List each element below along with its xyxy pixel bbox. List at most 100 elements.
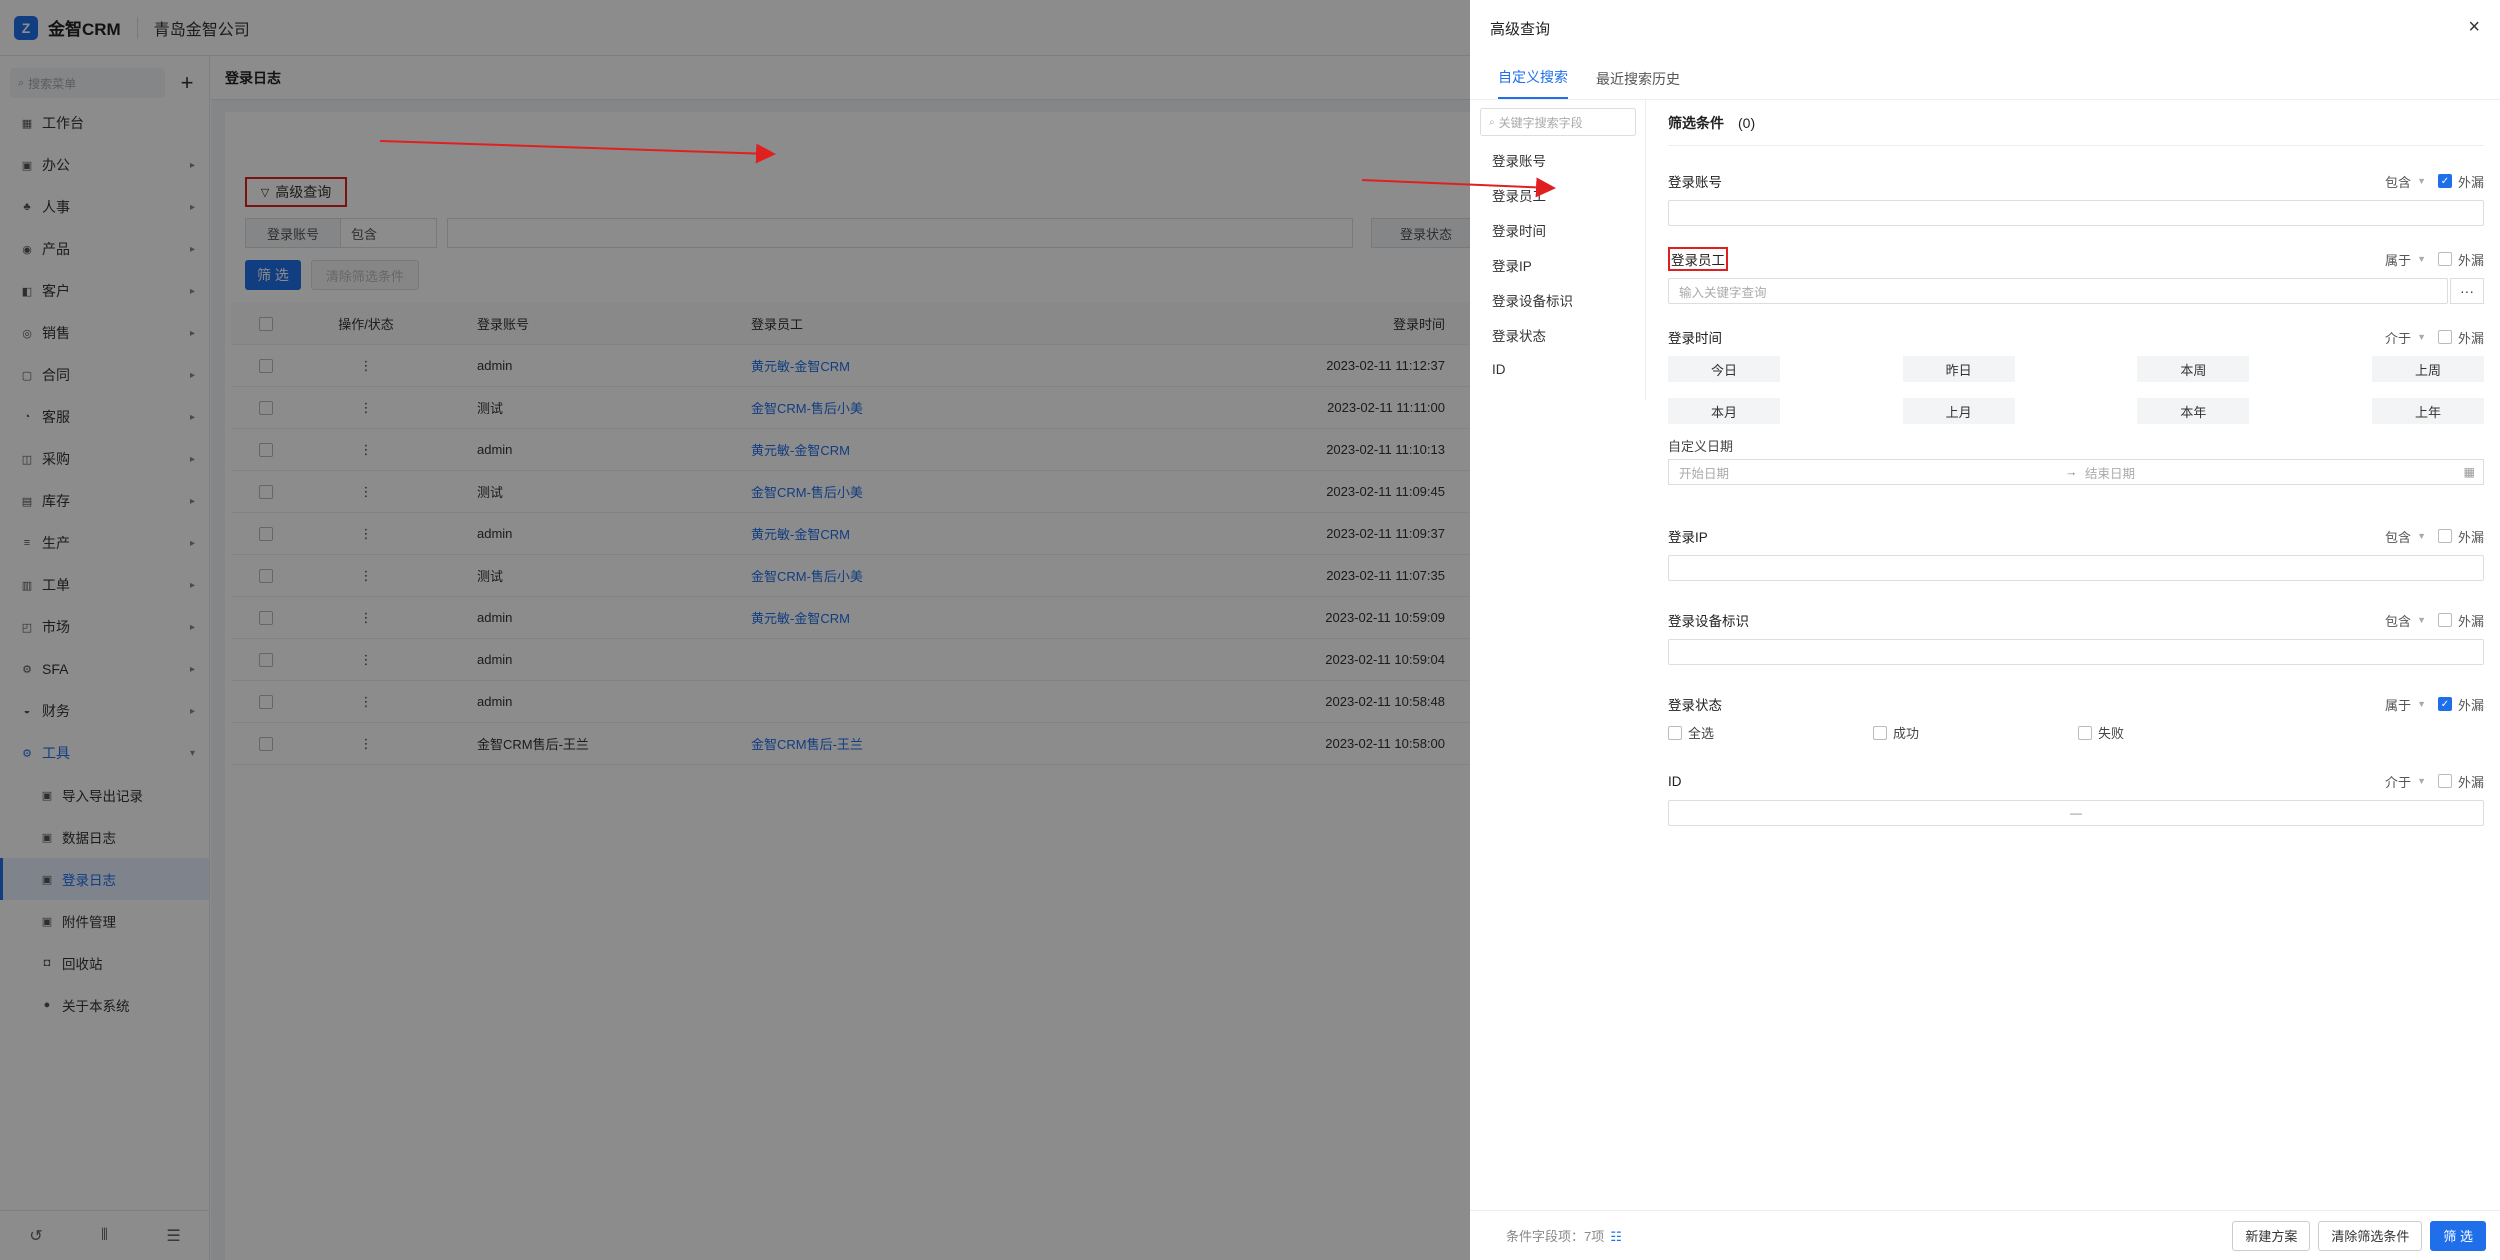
chevron-down-icon: ▼	[2417, 531, 2426, 541]
date-last-week-button[interactable]: 上周	[2371, 356, 2484, 382]
external-label: 外漏	[2457, 613, 2484, 629]
condition-label: 登录员工	[1668, 247, 1728, 271]
field-item-time[interactable]: 登录时间	[1470, 212, 1645, 247]
drawer-header: 高级查询 ×	[1470, 0, 2500, 56]
condition-employee: 登录员工 属于 ▼ 外漏 输入关键字查询 ···	[1668, 246, 2484, 304]
close-icon[interactable]: ×	[2468, 16, 2480, 39]
external-checkbox[interactable]	[2437, 529, 2452, 543]
tab-recent-history[interactable]: 最近搜索历史	[1596, 69, 1680, 99]
field-item-account[interactable]: 登录账号	[1470, 142, 1645, 177]
clear-conditions-button[interactable]: 清除筛选条件	[2318, 1220, 2423, 1251]
condition-label: 登录设备标识	[1668, 614, 1749, 629]
date-last-month-button[interactable]: 上月	[1902, 398, 2015, 424]
conditions-count: (0)	[1738, 114, 1756, 131]
condition-status: 登录状态 属于 ▼ ✓ 外漏 全选 成功 失败	[1668, 691, 2484, 742]
calendar-icon: ▦	[2463, 465, 2475, 479]
field-item-status[interactable]: 登录状态	[1470, 317, 1645, 352]
field-count: 条件字段项：7项 ☷	[1506, 1226, 1622, 1245]
employee-placeholder: 输入关键字查询	[1679, 285, 1767, 300]
condition-label: ID	[1668, 773, 1682, 789]
modal-overlay[interactable]	[0, 0, 1470, 1260]
condition-time: 登录时间 介于 ▼ 外漏 今日 昨日 本周 上周 本月 上月 本年 上年 自定义日…	[1668, 324, 2484, 485]
condition-device: 登录设备标识 包含 ▼ 外漏	[1668, 607, 2484, 665]
settings-sliders-icon[interactable]: ☷	[1610, 1229, 1622, 1244]
chevron-down-icon: ▼	[2417, 615, 2426, 625]
tab-custom-search[interactable]: 自定义搜索	[1498, 67, 1568, 99]
status-option-fail[interactable]: 失败	[2078, 723, 2283, 742]
ip-input[interactable]	[1668, 555, 2484, 581]
operator-select[interactable]: 包含	[2385, 611, 2411, 630]
condition-label: 登录时间	[1668, 331, 1722, 346]
external-checkbox[interactable]: ✓	[2437, 697, 2452, 711]
status-option-success[interactable]: 成功	[1873, 723, 2078, 742]
checkbox[interactable]	[1668, 725, 1682, 740]
arrow-right-icon: →	[2065, 465, 2078, 479]
chevron-down-icon: ▼	[2417, 254, 2426, 264]
external-checkbox[interactable]	[2437, 330, 2452, 344]
drawer-tabs: 自定义搜索 最近搜索历史	[1470, 56, 2500, 100]
date-yesterday-button[interactable]: 昨日	[1902, 356, 2015, 382]
field-count-text: 条件字段项：7项	[1506, 1229, 1605, 1244]
apply-filter-button[interactable]: 筛 选	[2430, 1220, 2486, 1251]
condition-account: 登录账号 包含 ▼ ✓ 外漏	[1668, 168, 2484, 226]
search-icon: ⌕	[1489, 116, 1495, 128]
date-today-button[interactable]: 今日	[1668, 356, 1780, 382]
date-range-picker[interactable]: 开始日期 → 结束日期 ▦	[1668, 459, 2484, 485]
chevron-down-icon: ▼	[2417, 176, 2426, 186]
conditions-label: 筛选条件	[1668, 114, 1724, 131]
condition-ip: 登录IP 包含 ▼ 外漏	[1668, 523, 2484, 581]
external-label: 外漏	[2457, 252, 2484, 268]
field-item-ip[interactable]: 登录IP	[1470, 247, 1645, 282]
condition-label: 登录IP	[1668, 530, 1708, 545]
external-label: 外漏	[2457, 174, 2484, 190]
chevron-down-icon: ▼	[2417, 699, 2426, 709]
conditions-title: 筛选条件 (0)	[1668, 100, 2484, 146]
checkbox[interactable]	[1873, 725, 1887, 740]
conditions-panel: 筛选条件 (0) 登录账号 包含 ▼ ✓ 外漏 登录员工 属于 ▼ 外漏 输入关…	[1668, 100, 2484, 826]
field-item-device[interactable]: 登录设备标识	[1470, 282, 1645, 317]
field-list: 登录账号 登录员工 登录时间 登录IP 登录设备标识 登录状态 ID	[1470, 142, 1645, 387]
custom-date-label: 自定义日期	[1668, 439, 1734, 454]
checkbox[interactable]	[2078, 725, 2092, 740]
field-search-input[interactable]: ⌕ 关键字搜索字段	[1480, 108, 1636, 136]
device-input[interactable]	[1668, 639, 2484, 665]
advanced-query-drawer: 高级查询 × 自定义搜索 最近搜索历史 ⌕ 关键字搜索字段 登录账号 登录员工 …	[1470, 0, 2500, 1260]
chevron-down-icon: ▼	[2417, 776, 2426, 786]
condition-label: 登录状态	[1668, 698, 1722, 713]
external-label: 外漏	[2457, 330, 2484, 346]
operator-select[interactable]: 包含	[2385, 527, 2411, 546]
status-options: 全选 成功 失败	[1668, 723, 2484, 742]
option-label: 成功	[1893, 726, 1920, 741]
condition-id: ID 介于 ▼ 外漏 —	[1668, 768, 2484, 826]
external-checkbox[interactable]	[2437, 252, 2452, 266]
operator-select[interactable]: 属于	[2385, 250, 2411, 269]
chevron-down-icon: ▼	[2417, 332, 2426, 342]
date-last-year-button[interactable]: 上年	[2371, 398, 2484, 424]
option-label: 全选	[1688, 726, 1715, 741]
operator-select[interactable]: 属于	[2385, 695, 2411, 714]
end-date-placeholder: 结束日期	[2085, 466, 2136, 481]
account-input[interactable]	[1668, 200, 2484, 226]
operator-select[interactable]: 介于	[2385, 772, 2411, 791]
status-option-all[interactable]: 全选	[1668, 723, 1873, 742]
external-checkbox[interactable]: ✓	[2437, 174, 2452, 188]
external-checkbox[interactable]	[2437, 613, 2452, 627]
start-date-placeholder: 开始日期	[1679, 466, 1730, 481]
operator-select[interactable]: 介于	[2385, 328, 2411, 347]
field-item-employee[interactable]: 登录员工	[1470, 177, 1645, 212]
drawer-title: 高级查询	[1490, 20, 1551, 38]
field-item-id[interactable]: ID	[1470, 352, 1645, 387]
employee-input[interactable]: 输入关键字查询	[1668, 278, 2448, 304]
drawer-footer: 条件字段项：7项 ☷ 新建方案 清除筛选条件 筛 选	[1470, 1210, 2500, 1260]
more-options-button[interactable]: ···	[2450, 278, 2484, 304]
date-this-month-button[interactable]: 本月	[1668, 398, 1780, 424]
external-checkbox[interactable]	[2437, 774, 2452, 788]
id-range-input[interactable]: —	[1668, 800, 2484, 826]
date-this-week-button[interactable]: 本周	[2137, 356, 2250, 382]
operator-select[interactable]: 包含	[2385, 172, 2411, 191]
option-label: 失败	[2098, 726, 2125, 741]
external-label: 外漏	[2457, 697, 2484, 713]
date-this-year-button[interactable]: 本年	[2137, 398, 2250, 424]
new-plan-button[interactable]: 新建方案	[2232, 1220, 2311, 1251]
condition-label: 登录账号	[1668, 175, 1722, 190]
